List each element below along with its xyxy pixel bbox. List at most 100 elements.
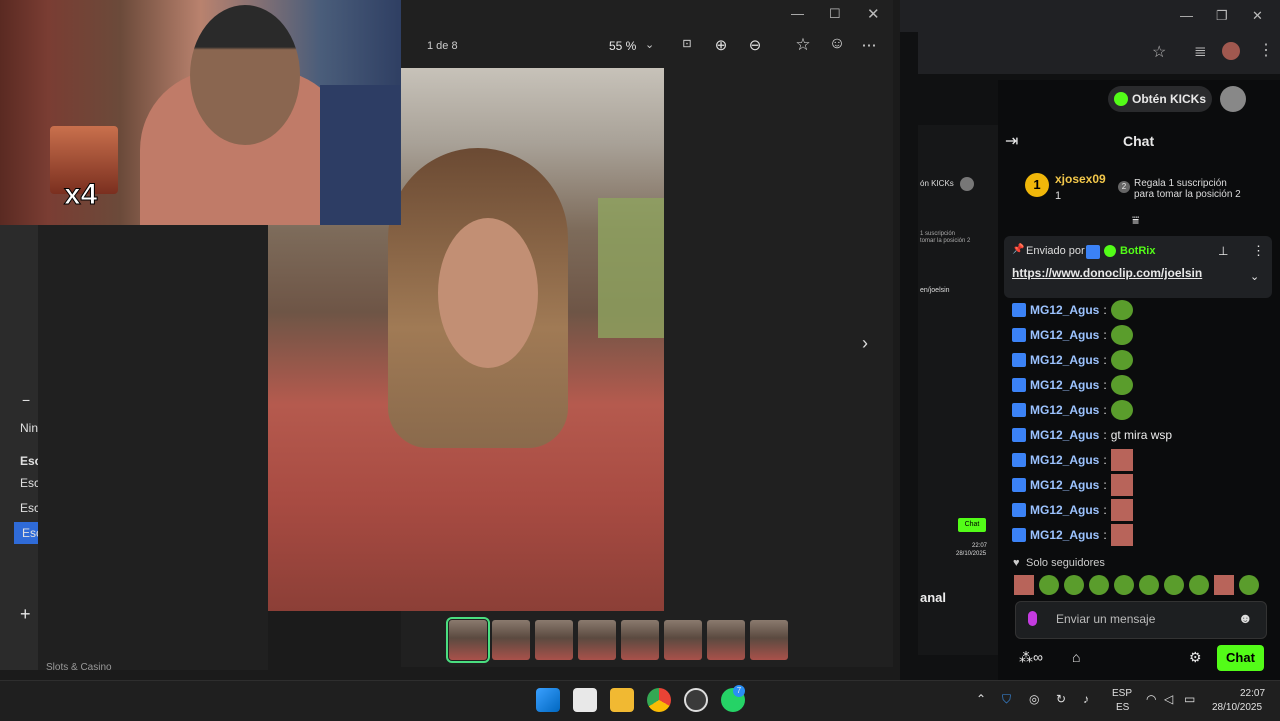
add-button[interactable]: + (20, 604, 31, 625)
thumbnail[interactable] (446, 617, 490, 663)
notification-badge: 7 (733, 685, 745, 697)
thumbnail[interactable] (578, 620, 616, 660)
bookmark-star-icon[interactable]: ☆ (1152, 42, 1166, 62)
face-emote-icon (1110, 449, 1133, 471)
store-icon[interactable] (573, 688, 597, 712)
close-icon[interactable]: ✕ (867, 5, 880, 23)
thumbnail[interactable] (535, 620, 573, 660)
chat-username[interactable]: MG12_Agus (1030, 503, 1099, 517)
thumbnail[interactable] (750, 620, 788, 660)
left-list-item[interactable]: Esc (20, 454, 38, 468)
favorite-star-icon[interactable]: ☆ (791, 35, 815, 55)
chevron-down-icon[interactable]: ⌄ (1250, 270, 1259, 283)
tray-app-icon[interactable]: ◎ (1029, 692, 1039, 706)
minimize-icon[interactable]: — (791, 6, 804, 21)
send-chat-button[interactable]: Chat (1217, 645, 1264, 671)
face-emote-icon (1110, 499, 1133, 521)
chat-settings-icon[interactable]: ⚙ (1189, 649, 1202, 666)
chat-username[interactable]: MG12_Agus (1030, 303, 1099, 317)
next-image-chevron-icon[interactable]: › (862, 333, 868, 354)
minimize-icon[interactable]: — (1180, 8, 1193, 23)
emote-icon[interactable] (1164, 575, 1184, 595)
microphone-icon[interactable] (1028, 611, 1037, 626)
user-avatar[interactable] (1220, 86, 1246, 112)
collapse-chat-icon[interactable]: ⇥ (1005, 131, 1018, 151)
emoji-picker-icon[interactable]: ☻ (1238, 610, 1253, 626)
left-list-item[interactable]: Esc (20, 476, 38, 490)
nested-link[interactable]: en/joelsin (920, 287, 950, 294)
more-menu-icon[interactable]: ⋮ (1258, 40, 1274, 60)
actual-size-icon[interactable]: ⊡ (675, 37, 699, 50)
obs-icon[interactable] (684, 688, 708, 712)
wifi-icon[interactable]: ◠ (1146, 692, 1156, 706)
profile-avatar[interactable] (1222, 42, 1240, 60)
clock-date[interactable]: 28/10/2025 (1212, 702, 1262, 713)
maximize-icon[interactable]: ☐ (829, 6, 841, 22)
chat-username[interactable]: MG12_Agus (1030, 328, 1099, 342)
emote-icon[interactable] (1189, 575, 1209, 595)
chevron-down-icon[interactable]: ⌄ (645, 38, 654, 51)
nested-sub-text-2: tomar la posición 2 (920, 238, 971, 244)
zoom-level[interactable]: 55 % (609, 39, 636, 53)
pinned-link[interactable]: https://www.donoclip.com/joelsin (1012, 266, 1202, 280)
chat-username[interactable]: MG12_Agus (1030, 378, 1099, 392)
gift-store-icon[interactable]: ⌂ (1072, 649, 1080, 665)
battery-icon[interactable]: ▭ (1184, 692, 1195, 706)
chat-message-input[interactable]: Enviar un mensaje ☻ (1015, 601, 1267, 639)
emote-icon[interactable] (1214, 575, 1234, 595)
thumbnail[interactable] (621, 620, 659, 660)
pinned-more-icon[interactable]: ⋮ (1252, 243, 1265, 259)
kick-points-icon[interactable]: ⁂∞ (1019, 649, 1043, 666)
chat-username[interactable]: MG12_Agus (1030, 403, 1099, 417)
emote-icon[interactable] (1064, 575, 1084, 595)
get-kicks-button[interactable]: Obtén KICKs (1108, 86, 1212, 112)
leader-username[interactable]: xjosex09 (1055, 172, 1106, 186)
close-icon[interactable]: ✕ (1252, 8, 1263, 24)
chat-username[interactable]: MG12_Agus (1030, 528, 1099, 542)
emoji-icon[interactable]: ☺ (825, 35, 849, 53)
file-explorer-icon[interactable] (610, 688, 634, 712)
reading-list-icon[interactable]: ≣ (1194, 42, 1207, 60)
clock-time[interactable]: 22:07 (1240, 688, 1265, 699)
defender-icon[interactable]: ⛉ (1002, 692, 1011, 707)
emote-icon[interactable] (1114, 575, 1134, 595)
pinned-bot-name[interactable]: BotRix (1120, 245, 1155, 257)
chat-username[interactable]: MG12_Agus (1030, 478, 1099, 492)
chrome-icon[interactable] (647, 688, 671, 712)
nested-chat-button[interactable]: Chat (958, 518, 986, 532)
chat-username[interactable]: MG12_Agus (1030, 353, 1099, 367)
left-list-item[interactable]: Nin (20, 421, 38, 435)
volume-icon[interactable]: ◁ (1164, 692, 1173, 706)
get-kicks-label: Obtén KICKs (1132, 92, 1207, 106)
thumbnail[interactable] (492, 620, 530, 660)
chat-username[interactable]: MG12_Agus (1030, 428, 1099, 442)
thumbnail[interactable] (707, 620, 745, 660)
emote-icon[interactable] (1089, 575, 1109, 595)
chat-username[interactable]: MG12_Agus (1030, 453, 1099, 467)
gift-text-2: para tomar la posición 2 (1134, 189, 1241, 200)
left-list-item[interactable]: Esc (20, 501, 38, 515)
sync-icon[interactable]: ↻ (1056, 692, 1066, 706)
left-list-item-selected[interactable]: Esc (14, 522, 38, 544)
page-indicator: 1 de 8 (427, 40, 458, 52)
language-label[interactable]: ESP (1112, 688, 1132, 699)
more-options-icon[interactable]: ⋯ (857, 36, 881, 54)
microphone-tray-icon[interactable]: ♪ (1083, 692, 1089, 706)
maximize-icon[interactable]: ❐ (1216, 8, 1228, 24)
zoom-in-icon[interactable]: ⊕ (709, 36, 733, 54)
face-emote-icon (1110, 474, 1133, 496)
expand-leaderboard-icon[interactable]: ⩸ (1132, 213, 1139, 228)
emote-icon[interactable] (1239, 575, 1259, 595)
start-windows-icon[interactable] (536, 688, 560, 712)
photo-subject-face (438, 218, 538, 368)
emote-icon[interactable] (1014, 575, 1034, 595)
collapse-button[interactable]: − (22, 392, 30, 408)
zoom-out-icon[interactable]: ⊖ (743, 36, 767, 54)
webcam-background-bed (320, 85, 400, 225)
emote-icon[interactable] (1139, 575, 1159, 595)
unpin-icon[interactable]: ⊥ (1218, 244, 1228, 258)
emote-icon[interactable] (1039, 575, 1059, 595)
tray-overflow-icon[interactable]: ⌃ (976, 692, 986, 706)
keyboard-layout-label[interactable]: ES (1116, 702, 1129, 713)
thumbnail[interactable] (664, 620, 702, 660)
